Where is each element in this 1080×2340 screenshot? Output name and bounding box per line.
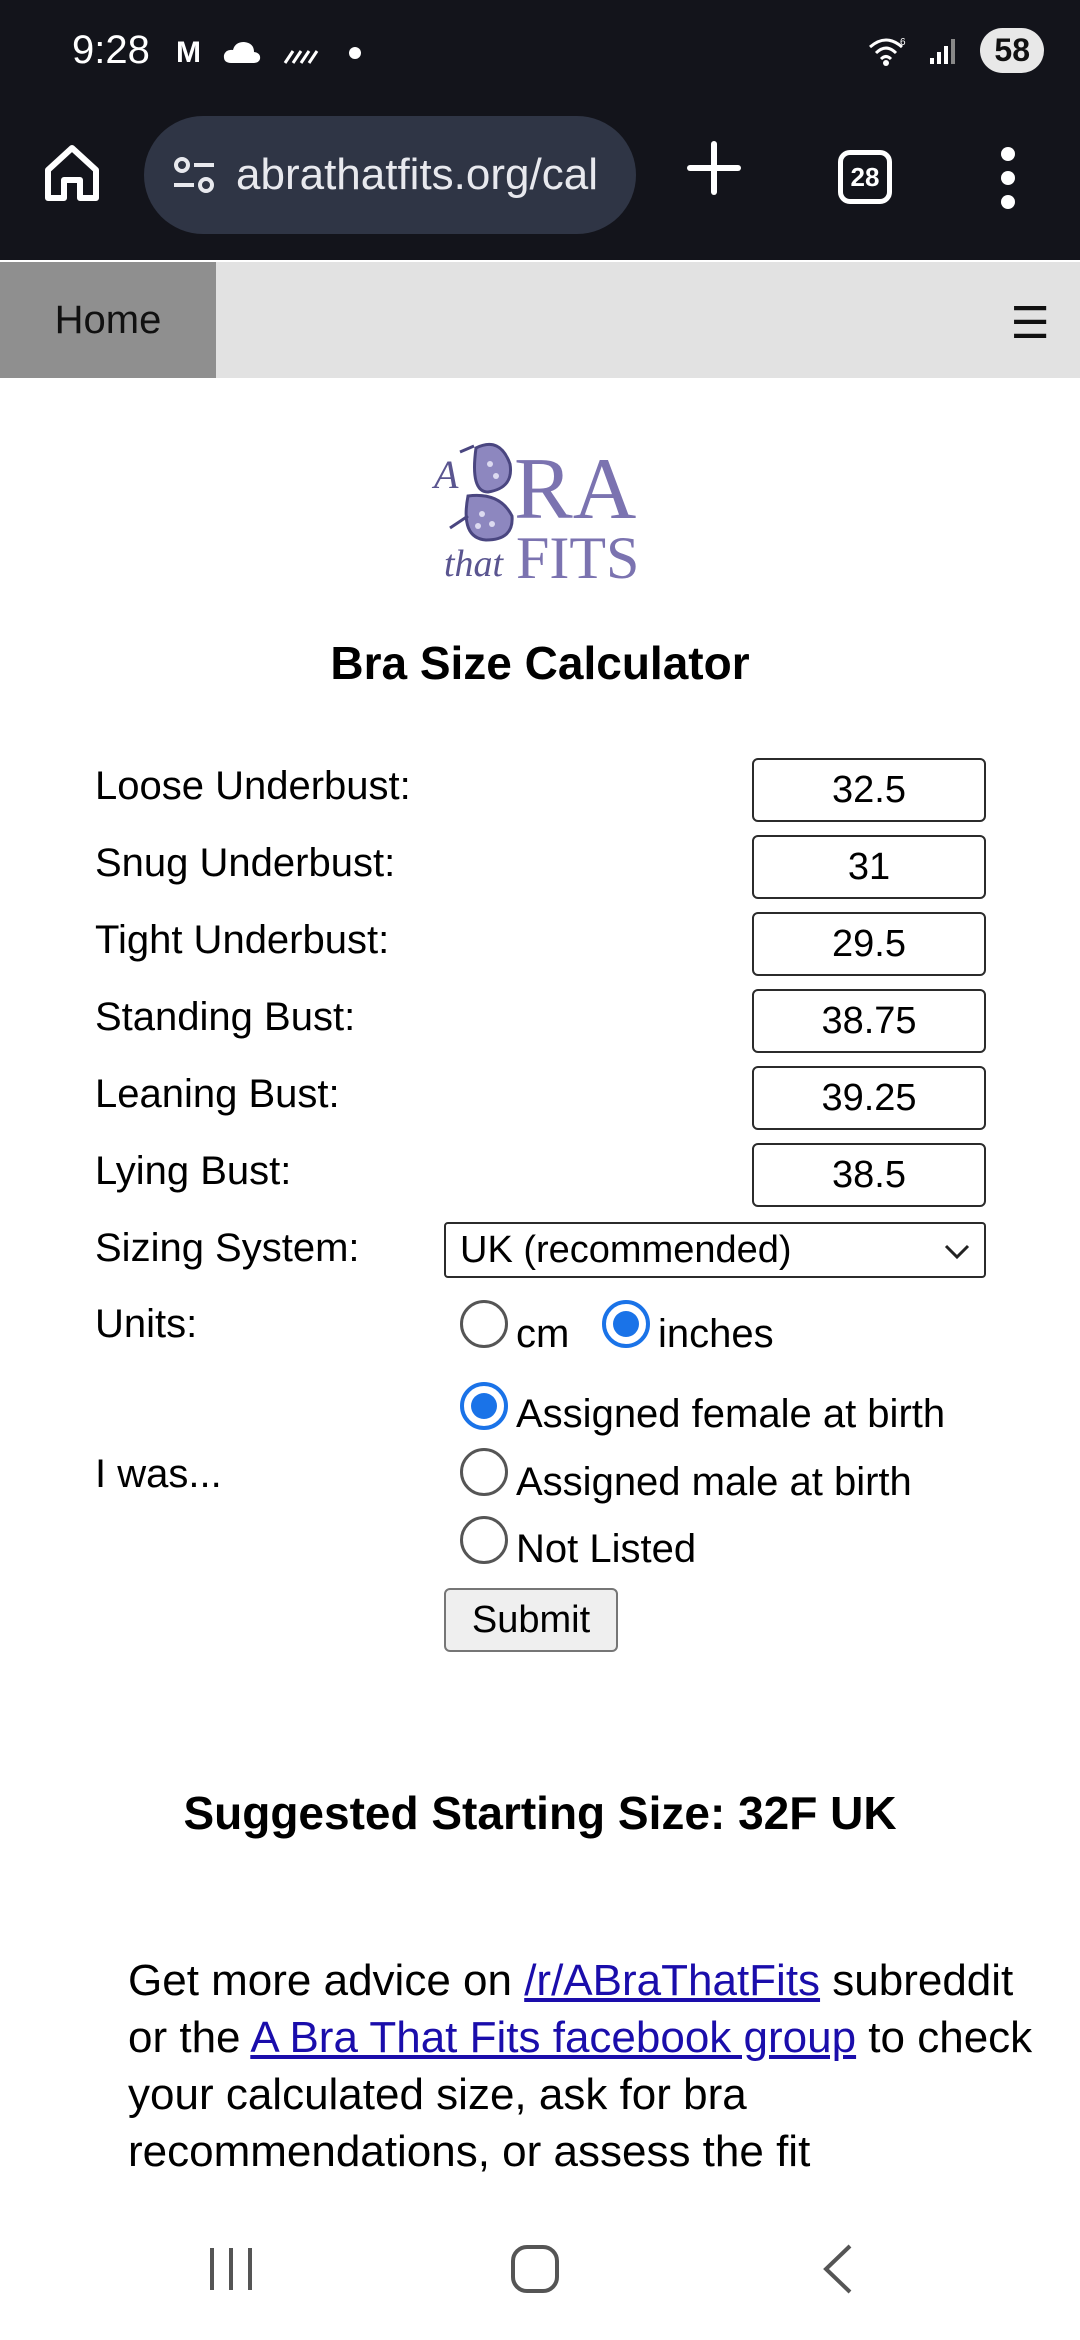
chevron-down-icon [944,1244,970,1260]
hamburger-menu-icon[interactable]: ☰ [1011,298,1050,349]
facebook-group-link[interactable]: A Bra That Fits facebook group [250,2013,856,2062]
site-info-icon[interactable] [172,155,216,195]
suggested-size-result: Suggested Starting Size: 32F UK [183,1787,897,1839]
home-icon[interactable] [40,140,104,204]
lying-bust-label: Lying Bust: [95,1149,292,1193]
logo-letters-ra: RA [514,441,636,538]
loose-underbust-label: Loose Underbust: [95,764,411,808]
assigned-female-label: Assigned female at birth [516,1392,946,1436]
sizing-system-select[interactable]: UK (recommended) [444,1222,986,1278]
subreddit-link[interactable]: /r/ABraThatFits [524,1956,820,2005]
cell-signal-icon [930,38,956,64]
status-right-group: 6 58 [866,28,1044,73]
logo-word-fits: FITS [516,525,639,586]
assigned-label: I was... [95,1452,222,1496]
site-logo: A RA that FITS [431,441,639,586]
url-text: abrathatfits.org/cal [236,150,598,199]
snug-underbust-label: Snug Underbust: [95,841,396,885]
battery-indicator: 58 [980,28,1044,73]
new-tab-icon[interactable] [686,140,742,196]
tab-switcher-button[interactable]: 28 [838,150,892,204]
assigned-male-label: Assigned male at birth [516,1460,912,1504]
signal-strength-icon [283,50,319,64]
advice-text-1: Get more advice on [128,1956,525,2005]
logo-letter-a: A [431,452,459,497]
not-listed-radio[interactable] [460,1516,508,1564]
nav-home-link[interactable]: Home [0,262,216,378]
system-nav-bar [0,2196,1080,2340]
tight-underbust-label: Tight Underbust: [95,918,390,962]
recent-apps-icon[interactable] [206,2244,256,2294]
leaning-bust-label: Leaning Bust: [95,1072,340,1116]
back-nav-icon[interactable] [818,2242,858,2296]
units-cm-label: cm [516,1312,570,1356]
logo-word-that: that [444,543,505,585]
sizing-system-selected: UK (recommended) [460,1229,792,1271]
not-listed-label: Not Listed [516,1527,697,1571]
leaning-bust-input[interactable]: 39.25 [752,1066,986,1130]
bra-graphic-icon [449,443,514,542]
advice-paragraph: Get more advice on /r/ABraThatFits subre… [128,1952,1048,2180]
page-title: Bra Size Calculator [330,637,750,689]
standing-bust-label: Standing Bust: [95,995,356,1039]
browser-chrome: 9:28 M 6 58 abrathatfits.org/cal 28 [0,0,1080,260]
dot-icon [349,47,361,59]
more-options-icon[interactable] [996,146,1020,210]
units-inches-label: inches [658,1312,774,1356]
snug-underbust-input[interactable]: 31 [752,835,986,899]
units-inches-radio[interactable] [602,1300,650,1348]
submit-button[interactable]: Submit [444,1588,618,1652]
wifi-icon: 6 [869,37,906,66]
tight-underbust-input[interactable]: 29.5 [752,912,986,976]
site-nav-bar: Home ☰ [0,262,1080,378]
status-notification-icons: M [176,36,361,70]
assigned-male-radio[interactable] [460,1448,508,1496]
gmail-icon: M [176,36,201,69]
loose-underbust-input[interactable]: 32.5 [752,758,986,822]
home-nav-icon[interactable] [510,2244,560,2294]
sizing-system-label: Sizing System: [95,1226,360,1270]
units-label: Units: [95,1302,198,1346]
svg-text:6: 6 [900,37,906,48]
address-bar[interactable]: abrathatfits.org/cal [144,116,636,234]
standing-bust-input[interactable]: 38.75 [752,989,986,1053]
cloud-icon [223,42,261,63]
lying-bust-input[interactable]: 38.5 [752,1143,986,1207]
units-cm-radio[interactable] [460,1300,508,1348]
assigned-female-radio[interactable] [460,1382,508,1430]
status-time: 9:28 [72,28,150,72]
